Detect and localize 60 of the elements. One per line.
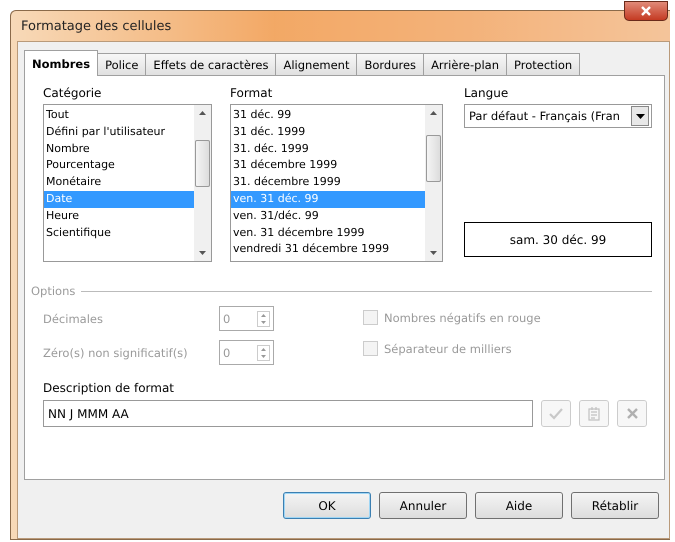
list-item[interactable]: 31. décembre 1999 [231, 174, 425, 191]
list-item[interactable]: Monétaire [44, 174, 194, 191]
language-label: Langue [464, 86, 510, 100]
preview-box: sam. 30 déc. 99 [464, 222, 652, 257]
list-item[interactable]: Nombre [44, 140, 194, 158]
field-label: Décimales [43, 312, 104, 326]
tab[interactable]: Police [97, 53, 146, 75]
scroll-down-icon[interactable] [430, 251, 437, 255]
tab[interactable]: Nombres [24, 50, 98, 76]
format-label: Format [230, 86, 274, 100]
delete-button[interactable] [617, 400, 647, 427]
close-button[interactable] [624, 1, 668, 21]
scroll-down-icon[interactable] [199, 251, 206, 255]
dropdown-caret-icon [636, 114, 644, 118]
delete-icon [626, 408, 638, 419]
tab[interactable]: Alignement [275, 53, 358, 75]
tab[interactable]: Protection [506, 53, 580, 75]
format-code-label: Description de format [43, 381, 176, 395]
scroll-up-icon[interactable] [430, 111, 437, 115]
format-code-field[interactable]: NN J MMM AA [43, 400, 533, 427]
document-icon [588, 406, 600, 420]
field-label: Zéro(s) non significatif(s) [43, 346, 189, 360]
list-item[interactable]: 31 déc. 99 [231, 107, 425, 124]
list-item[interactable]: 31 déc. 1999 [231, 124, 425, 141]
spin-down-icon[interactable] [261, 320, 266, 324]
options-heading: Options [31, 284, 76, 298]
category-list[interactable]: Tout Défini par l'utilisateur Nombre Pourcentage Monétaire Date Heure Scientifique [43, 104, 212, 262]
tab[interactable]: Bordures [356, 53, 424, 75]
tab[interactable]: Arrière-plan [423, 53, 507, 75]
list-item[interactable]: Tout [44, 107, 194, 124]
language-dropdown[interactable]: Par défaut - Français (Fran [464, 104, 652, 128]
list-item[interactable]: Pourcentage [44, 157, 194, 174]
spin-down-icon[interactable] [261, 354, 266, 358]
list-item[interactable]: ven. 31/déc. 99 [231, 208, 425, 225]
add-button[interactable] [541, 400, 571, 427]
scrollbar[interactable] [194, 105, 211, 261]
category-label: Catégorie [43, 86, 102, 100]
scrollbar[interactable] [425, 105, 442, 261]
dialog-button[interactable]: Rétablir [571, 492, 659, 519]
window-title: Formatage des cellules [21, 18, 172, 34]
list-item[interactable]: vendredi 31 décembre 1999 [231, 241, 425, 258]
format-list[interactable]: 31 déc. 99 31 déc. 1999 31. déc. 1999 31 décembre 1999 31. décembre 1999 ven. 31 déc. 99 ven. 31/déc. 99 ven. 31 décembre 1999 vendredi 31 décembre 1999 [230, 104, 443, 262]
close-icon [640, 6, 652, 16]
dialog-button[interactable]: Annuler [379, 492, 467, 519]
spin-up-icon[interactable] [261, 314, 266, 316]
list-item[interactable]: Heure [44, 208, 194, 225]
dialog-button[interactable]: OK [283, 492, 371, 519]
checkmark-icon [549, 408, 563, 420]
comment-button[interactable] [579, 400, 609, 427]
list-item[interactable]: ven. 31 décembre 1999 [231, 224, 425, 242]
checkbox-label: Séparateur de milliers [384, 342, 512, 356]
dialog-button[interactable]: Aide [475, 492, 563, 519]
list-item[interactable]: Scientifique [44, 224, 194, 242]
scroll-up-icon[interactable] [199, 111, 206, 115]
list-item[interactable]: 31. déc. 1999 [231, 140, 425, 158]
list-item[interactable]: Défini par l'utilisateur [44, 124, 194, 141]
tab[interactable]: Effets de caractères [145, 53, 276, 75]
checkbox-label: Nombres négatifs en rouge [384, 310, 541, 324]
spin-up-icon[interactable] [261, 348, 266, 350]
list-item[interactable]: 31 décembre 1999 [231, 157, 425, 174]
